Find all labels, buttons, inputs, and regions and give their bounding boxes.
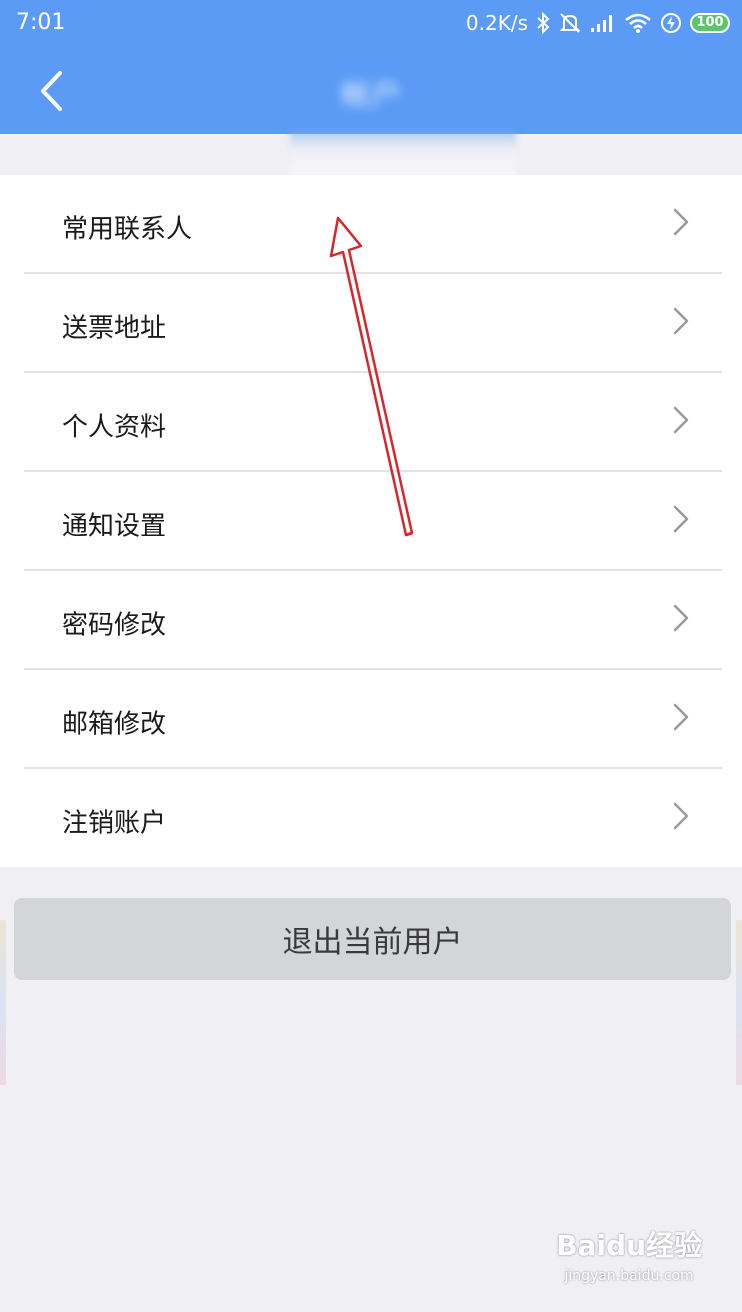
status-bar: 7:01 0.2K/s 100 bbox=[0, 0, 742, 48]
chevron-right-icon bbox=[673, 307, 689, 334]
logout-button[interactable]: 退出当前用户 bbox=[14, 898, 731, 980]
net-speed: 0.2K/s bbox=[465, 11, 528, 35]
watermark-logo: Baidu经验 bbox=[556, 1229, 702, 1262]
menu-item-label: 密码修改 bbox=[62, 609, 167, 640]
menu-item-contacts[interactable]: 常用联系人 bbox=[0, 175, 742, 274]
watermark: Baidu经验 jingyan.baidu.com bbox=[556, 1224, 702, 1284]
chevron-right-icon bbox=[673, 604, 689, 631]
status-icons: 0.2K/s 100 bbox=[466, 9, 730, 37]
menu-item-delivery-address[interactable]: 送票地址 bbox=[0, 274, 742, 373]
status-time: 7:01 bbox=[16, 10, 66, 35]
signal-icon bbox=[591, 15, 612, 32]
wifi-icon bbox=[625, 13, 651, 33]
menu-item-label: 常用联系人 bbox=[62, 213, 193, 244]
nav-bar: 帐户 bbox=[0, 48, 742, 134]
mute-icon bbox=[559, 13, 581, 33]
menu-item-profile[interactable]: 个人资料 bbox=[0, 373, 742, 472]
edge-decoration bbox=[736, 920, 742, 1085]
blur-redaction bbox=[290, 126, 516, 178]
watermark-url: jingyan.baidu.com bbox=[564, 1268, 694, 1284]
edge-decoration bbox=[0, 920, 6, 1085]
menu-item-label: 个人资料 bbox=[62, 411, 167, 442]
settings-menu: 常用联系人 送票地址 个人资料 通知设置 密码修改 邮箱修改 注销账户 bbox=[0, 175, 742, 867]
battery-icon: 100 bbox=[690, 13, 730, 33]
charging-icon bbox=[661, 13, 681, 33]
page-title: 帐户 bbox=[341, 78, 401, 113]
menu-item-label: 注销账户 bbox=[62, 807, 167, 838]
chevron-right-icon bbox=[673, 802, 689, 829]
chevron-right-icon bbox=[673, 406, 689, 433]
menu-item-label: 送票地址 bbox=[62, 312, 167, 343]
menu-item-change-password[interactable]: 密码修改 bbox=[0, 571, 742, 670]
chevron-right-icon bbox=[673, 208, 689, 235]
menu-item-notifications[interactable]: 通知设置 bbox=[0, 472, 742, 571]
menu-item-change-email[interactable]: 邮箱修改 bbox=[0, 670, 742, 769]
bluetooth-icon bbox=[537, 12, 550, 34]
chevron-right-icon bbox=[673, 505, 689, 532]
chevron-right-icon bbox=[673, 703, 689, 730]
menu-item-delete-account[interactable]: 注销账户 bbox=[0, 769, 742, 868]
menu-item-label: 邮箱修改 bbox=[62, 708, 167, 739]
menu-item-label: 通知设置 bbox=[62, 510, 167, 541]
